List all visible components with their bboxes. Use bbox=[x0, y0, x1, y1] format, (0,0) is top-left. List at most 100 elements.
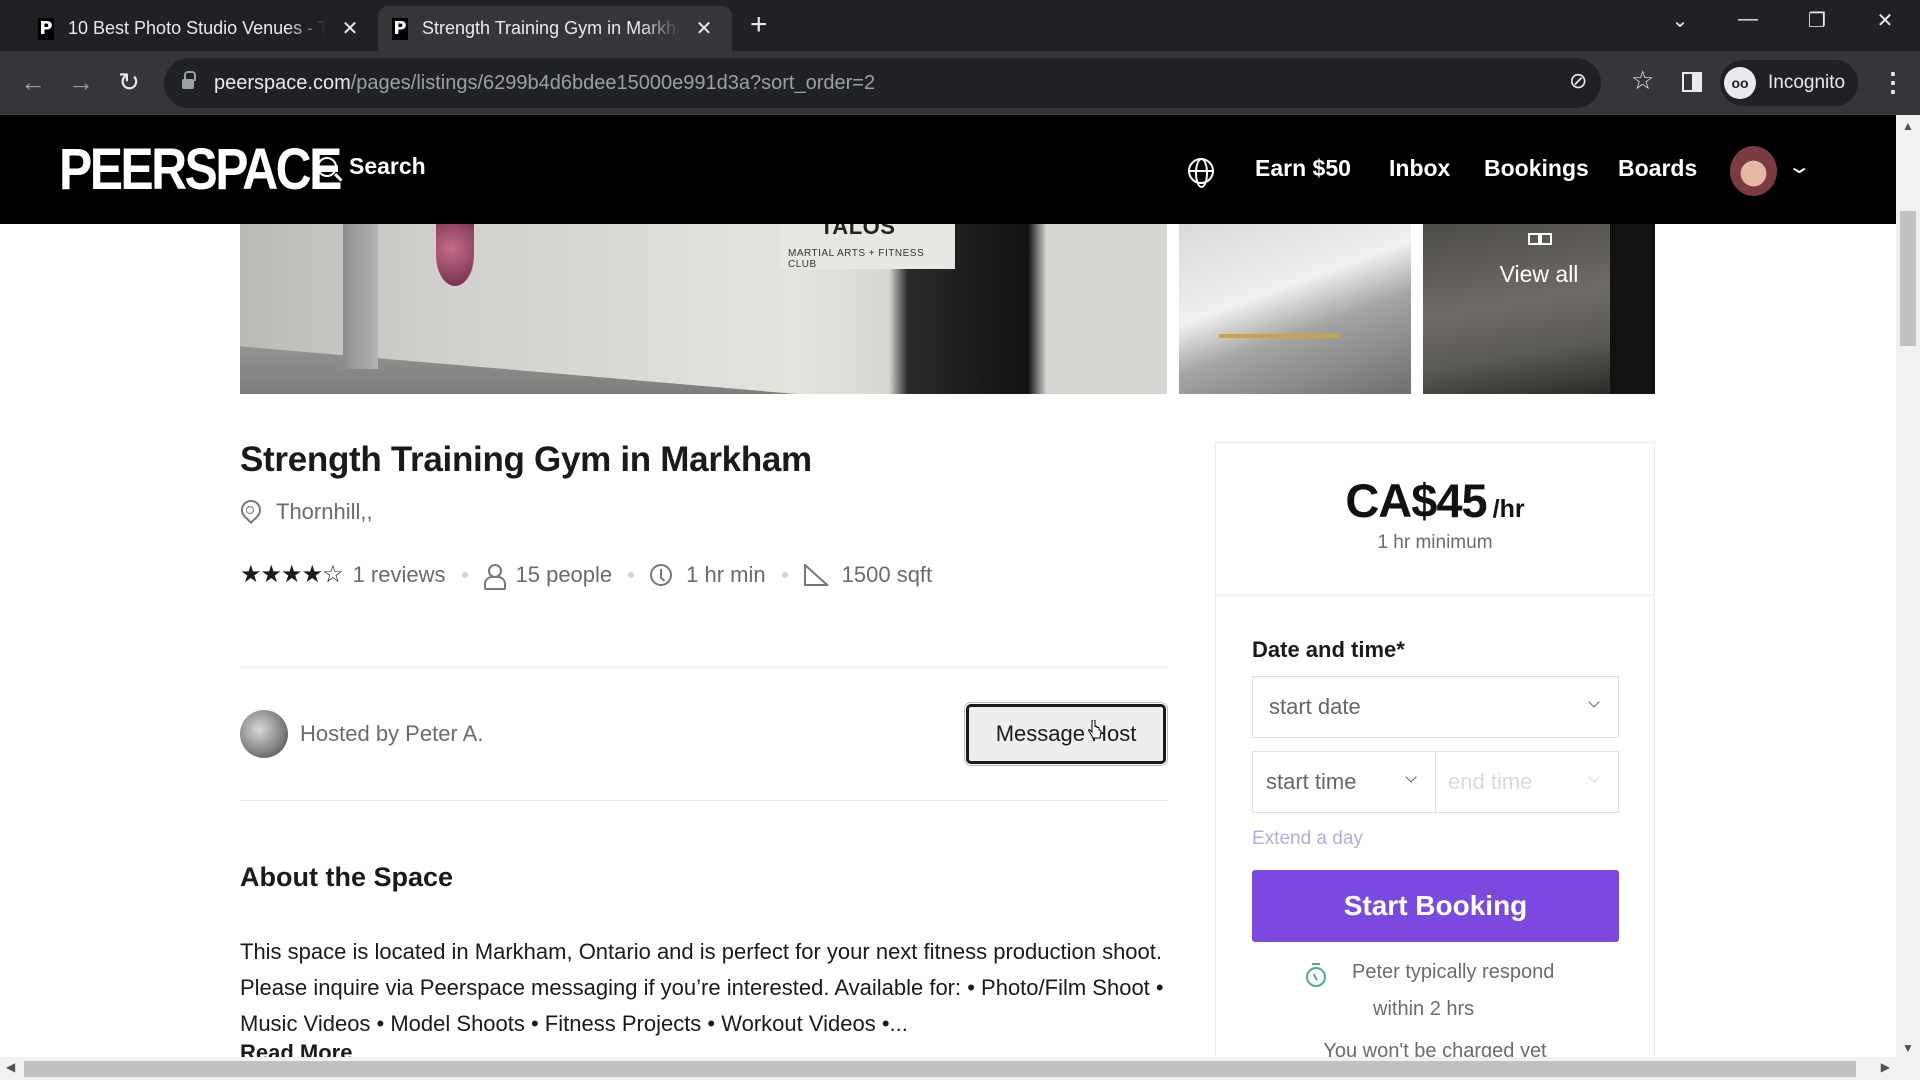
separator-dot bbox=[781, 571, 788, 578]
location-pin-icon bbox=[240, 500, 260, 524]
chevron-down-icon bbox=[1588, 696, 1600, 708]
browser-menu-icon[interactable]: ⋮ bbox=[1880, 65, 1906, 99]
nav-bookings[interactable]: Bookings bbox=[1484, 155, 1589, 182]
user-avatar[interactable] bbox=[1730, 146, 1777, 196]
site-header: PEERSPACE Search Earn $50 Inbox Bookings… bbox=[0, 115, 1896, 224]
photo-sign: TALOS MARTIAL ARTS + FITNESS CLUB bbox=[780, 224, 955, 270]
photo-sign-subtitle: MARTIAL ARTS + FITNESS CLUB bbox=[788, 248, 925, 270]
photo-post bbox=[343, 224, 378, 369]
booking-card: CA$45/hr 1 hr minimum Date and time* sta… bbox=[1215, 442, 1655, 1080]
scroll-right-arrow-icon[interactable]: ▶ bbox=[1881, 1060, 1890, 1074]
bookmark-star-icon[interactable]: ☆ bbox=[1631, 65, 1654, 96]
listing-title: Strength Training Gym in Markham bbox=[240, 440, 812, 479]
peerspace-favicon-icon: P bbox=[392, 17, 408, 40]
browser-tab-bar: P 10 Best Photo Studio Venues - Th ✕ P S… bbox=[0, 0, 1920, 51]
price-amount: CA$45 bbox=[1345, 474, 1487, 527]
section-divider bbox=[240, 800, 1167, 801]
restore-button[interactable]: ❐ bbox=[1802, 8, 1832, 33]
stopwatch-icon bbox=[1306, 963, 1326, 987]
scroll-down-arrow-icon[interactable]: ▼ bbox=[1902, 1041, 1914, 1055]
incognito-label: Incognito bbox=[1768, 72, 1846, 93]
price-unit: /hr bbox=[1492, 495, 1525, 523]
end-time-placeholder: end time bbox=[1448, 769, 1533, 794]
tab-close-icon[interactable]: ✕ bbox=[694, 16, 714, 41]
browser-toolbar: ← → ↻ peerspace.com/pages/listings/6299b… bbox=[0, 51, 1920, 115]
capacity-text: 15 people bbox=[515, 561, 613, 587]
tab-title: 10 Best Photo Studio Venues - Th bbox=[68, 18, 326, 38]
price-block: CA$45/hr 1 hr minimum bbox=[1216, 443, 1654, 596]
nav-boards[interactable]: Boards bbox=[1618, 155, 1697, 182]
tracking-blocked-eye-icon[interactable]: ⊘ bbox=[1569, 68, 1587, 94]
gallery-photo-main[interactable]: TALOS MARTIAL ARTS + FITNESS CLUB bbox=[240, 224, 1167, 394]
new-tab-button[interactable]: + bbox=[750, 10, 768, 40]
photo-rack bbox=[1219, 334, 1339, 394]
start-booking-button[interactable]: Start Booking bbox=[1252, 870, 1619, 942]
horizontal-scrollbar[interactable]: ◀ ▶ bbox=[0, 1057, 1920, 1080]
view-all-label: View all bbox=[1499, 261, 1579, 287]
side-panel-icon[interactable] bbox=[1682, 72, 1702, 92]
star-filled-icons: ★★★★ bbox=[240, 561, 323, 588]
url-path: /pages/listings/6299b4d6bdee15000e991d3a… bbox=[350, 71, 876, 94]
tab-close-icon[interactable]: ✕ bbox=[340, 16, 360, 41]
grid-icon bbox=[1526, 233, 1552, 245]
start-time-select[interactable]: start time bbox=[1252, 751, 1436, 813]
location-text: Thornhill,, bbox=[276, 499, 373, 524]
rating-stars[interactable]: ★★★★☆ bbox=[240, 560, 344, 589]
close-window-button[interactable]: ✕ bbox=[1870, 8, 1900, 33]
price: CA$45/hr bbox=[1216, 473, 1654, 528]
reload-button[interactable]: ↻ bbox=[112, 65, 146, 99]
date-time-label: Date and time* bbox=[1252, 637, 1405, 662]
host-avatar[interactable] bbox=[240, 710, 288, 758]
view-all-photos-button[interactable]: View all bbox=[1423, 224, 1655, 288]
section-divider bbox=[240, 667, 1167, 668]
vertical-scrollbar[interactable]: ▲ ▼ bbox=[1896, 115, 1920, 1057]
incognito-profile-button[interactable]: oo Incognito bbox=[1720, 60, 1858, 106]
search-link[interactable]: Search bbox=[317, 153, 426, 180]
separator-dot bbox=[628, 571, 635, 578]
vertical-scroll-thumb[interactable] bbox=[1900, 211, 1916, 346]
hosted-by-text: Hosted by Peter A. bbox=[300, 721, 484, 746]
reviews-link[interactable]: 1 reviews bbox=[353, 562, 446, 588]
photo-sign-title: TALOS bbox=[820, 224, 896, 239]
not-charged-note: You won't be charged yet bbox=[1323, 1040, 1547, 1058]
back-button[interactable]: ← bbox=[16, 65, 50, 99]
message-host-button[interactable]: Message Host bbox=[964, 702, 1168, 766]
browser-tab-strength-gym[interactable]: P Strength Training Gym in Markham ✕ bbox=[378, 6, 732, 51]
min-hours-text: 1 hr min bbox=[686, 561, 766, 587]
scroll-up-arrow-icon[interactable]: ▲ bbox=[1902, 119, 1914, 133]
lock-icon[interactable] bbox=[182, 71, 196, 90]
hand-cursor-icon bbox=[1088, 720, 1102, 739]
search-icon bbox=[317, 156, 337, 177]
forward-button[interactable]: → bbox=[64, 65, 98, 99]
peerspace-favicon-icon: P bbox=[38, 17, 54, 40]
peerspace-logo[interactable]: PEERSPACE bbox=[59, 139, 342, 201]
about-title: About the Space bbox=[240, 862, 454, 892]
address-bar[interactable]: peerspace.com/pages/listings/6299b4d6bde… bbox=[164, 58, 1654, 108]
response-line-2: within 2 hrs bbox=[1373, 998, 1475, 1020]
response-line-1: Peter typically respond bbox=[1352, 961, 1555, 983]
size-text: 1500 sqft bbox=[841, 561, 933, 587]
url-text[interactable]: peerspace.com/pages/listings/6299b4d6bde… bbox=[214, 72, 875, 95]
horizontal-scroll-thumb[interactable] bbox=[24, 1061, 1856, 1077]
minimum-hours: 1 hr minimum bbox=[1377, 532, 1493, 553]
clock-icon bbox=[650, 563, 673, 586]
photo-speed-bag bbox=[436, 224, 474, 286]
nav-inbox[interactable]: Inbox bbox=[1389, 155, 1450, 182]
gallery-photo-2[interactable] bbox=[1179, 224, 1411, 394]
start-date-select[interactable]: start date bbox=[1252, 676, 1619, 738]
tab-search-chevron-icon[interactable]: ⌄ bbox=[1665, 8, 1695, 33]
star-empty-icon: ☆ bbox=[322, 561, 343, 588]
area-ruler-icon bbox=[803, 563, 828, 586]
photo-floor bbox=[240, 346, 797, 394]
separator-dot bbox=[461, 571, 468, 578]
end-time-select[interactable]: end time bbox=[1435, 751, 1619, 813]
minimize-button[interactable]: — bbox=[1733, 8, 1763, 31]
chevron-down-icon[interactable]: ⌄ bbox=[1787, 154, 1812, 179]
nav-earn[interactable]: Earn $50 bbox=[1255, 155, 1351, 182]
globe-icon[interactable] bbox=[1188, 158, 1214, 188]
person-icon bbox=[483, 563, 506, 590]
read-more-link[interactable]: Read More bbox=[240, 1040, 352, 1057]
browser-tab-photo-studios[interactable]: P 10 Best Photo Studio Venues - Th ✕ bbox=[24, 6, 374, 51]
extend-a-day-link[interactable]: Extend a day bbox=[1252, 828, 1363, 850]
scroll-left-arrow-icon[interactable]: ◀ bbox=[6, 1060, 15, 1074]
